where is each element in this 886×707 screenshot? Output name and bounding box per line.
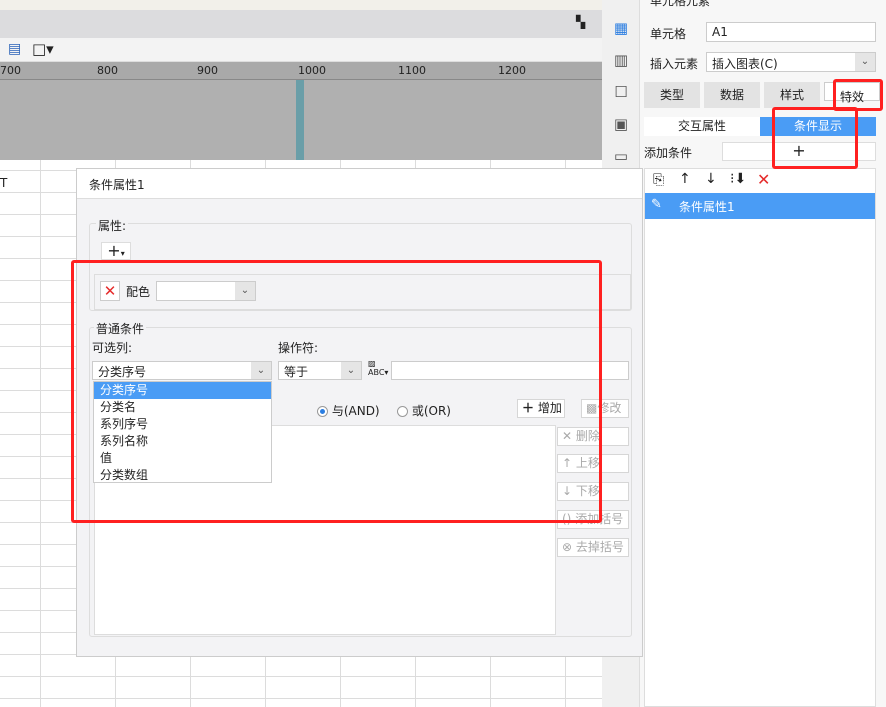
border-icon[interactable]: □▾ (32, 40, 54, 58)
ruler-tick: 1200 (498, 64, 526, 77)
arrow-down-icon[interactable]: ↓ (705, 171, 717, 187)
dropdown-flag-icon[interactable]: ▚ (576, 15, 585, 29)
cell-input[interactable]: A1 (706, 22, 876, 42)
insert-label: 插入元素 (650, 57, 699, 71)
condition-list-panel: ⎘ ↑ ↓ ⁝⬇ ✕ ✎ 条件属性1 (644, 168, 876, 707)
dialog-title: 条件属性1 (77, 169, 642, 199)
plus-icon: + (107, 241, 121, 260)
editor-tabbar: ▚ (0, 10, 602, 38)
copy-icon[interactable]: ⎘ (653, 172, 664, 188)
move-bottom-icon[interactable]: ⁝⬇ (730, 171, 746, 187)
arrow-up-icon[interactable]: ↑ (679, 171, 691, 187)
ruler-tick: 1000 (298, 64, 326, 77)
pencil-icon: ✎ (651, 197, 662, 212)
highlight-box-add-condition (772, 107, 858, 169)
delete-icon[interactable]: ✕ (757, 170, 770, 189)
window-top-band (0, 0, 602, 10)
add-attribute-button[interactable]: +▾ (101, 242, 131, 260)
image-icon[interactable]: ▤ (8, 41, 21, 57)
remove-bracket-button[interactable]: ⊗ 去掉括号 (557, 538, 629, 557)
insert-value: 插入图表(C) (712, 57, 778, 71)
ruler-tick: 1100 (398, 64, 426, 77)
chevron-down-icon[interactable]: ⌄ (855, 53, 875, 71)
cell-label: 单元格 (650, 27, 687, 41)
cell-element-icon[interactable]: ▦ (612, 19, 630, 37)
tab-data[interactable]: 数据 (704, 82, 760, 108)
condition-item-label: 条件属性1 (679, 200, 735, 214)
condition-list-item[interactable]: ✎ 条件属性1 (645, 193, 875, 219)
ruler-tick: 700 (0, 64, 21, 77)
page-boundary (296, 80, 304, 160)
add-condition-label: 添加条件 (644, 146, 693, 160)
column-header: T (0, 176, 8, 190)
widget-icon[interactable]: ▣ (612, 115, 630, 133)
template-icon[interactable]: ▭ (612, 147, 630, 165)
panel-header: 单元格元素 (650, 0, 711, 8)
subtab-interaction[interactable]: 交互属性 (644, 117, 760, 136)
ruler-tick: 800 (97, 64, 118, 77)
cell-attribute-icon[interactable]: ▥ (612, 51, 630, 69)
ruler: 700 800 900 1000 1100 1200 (0, 62, 602, 80)
toolbar: ▤ □▾ (0, 38, 602, 62)
attribute-label: 属性: (96, 217, 129, 234)
insert-select[interactable]: 插入图表(C) ⌄ (706, 52, 876, 72)
ruler-tick: 900 (197, 64, 218, 77)
highlight-box-dialog (71, 260, 602, 523)
float-element-icon[interactable]: ☐ (612, 83, 630, 101)
remove-bracket-label: 去掉括号 (575, 540, 624, 554)
tab-type[interactable]: 类型 (644, 82, 700, 108)
tab-style[interactable]: 样式 (764, 82, 820, 108)
